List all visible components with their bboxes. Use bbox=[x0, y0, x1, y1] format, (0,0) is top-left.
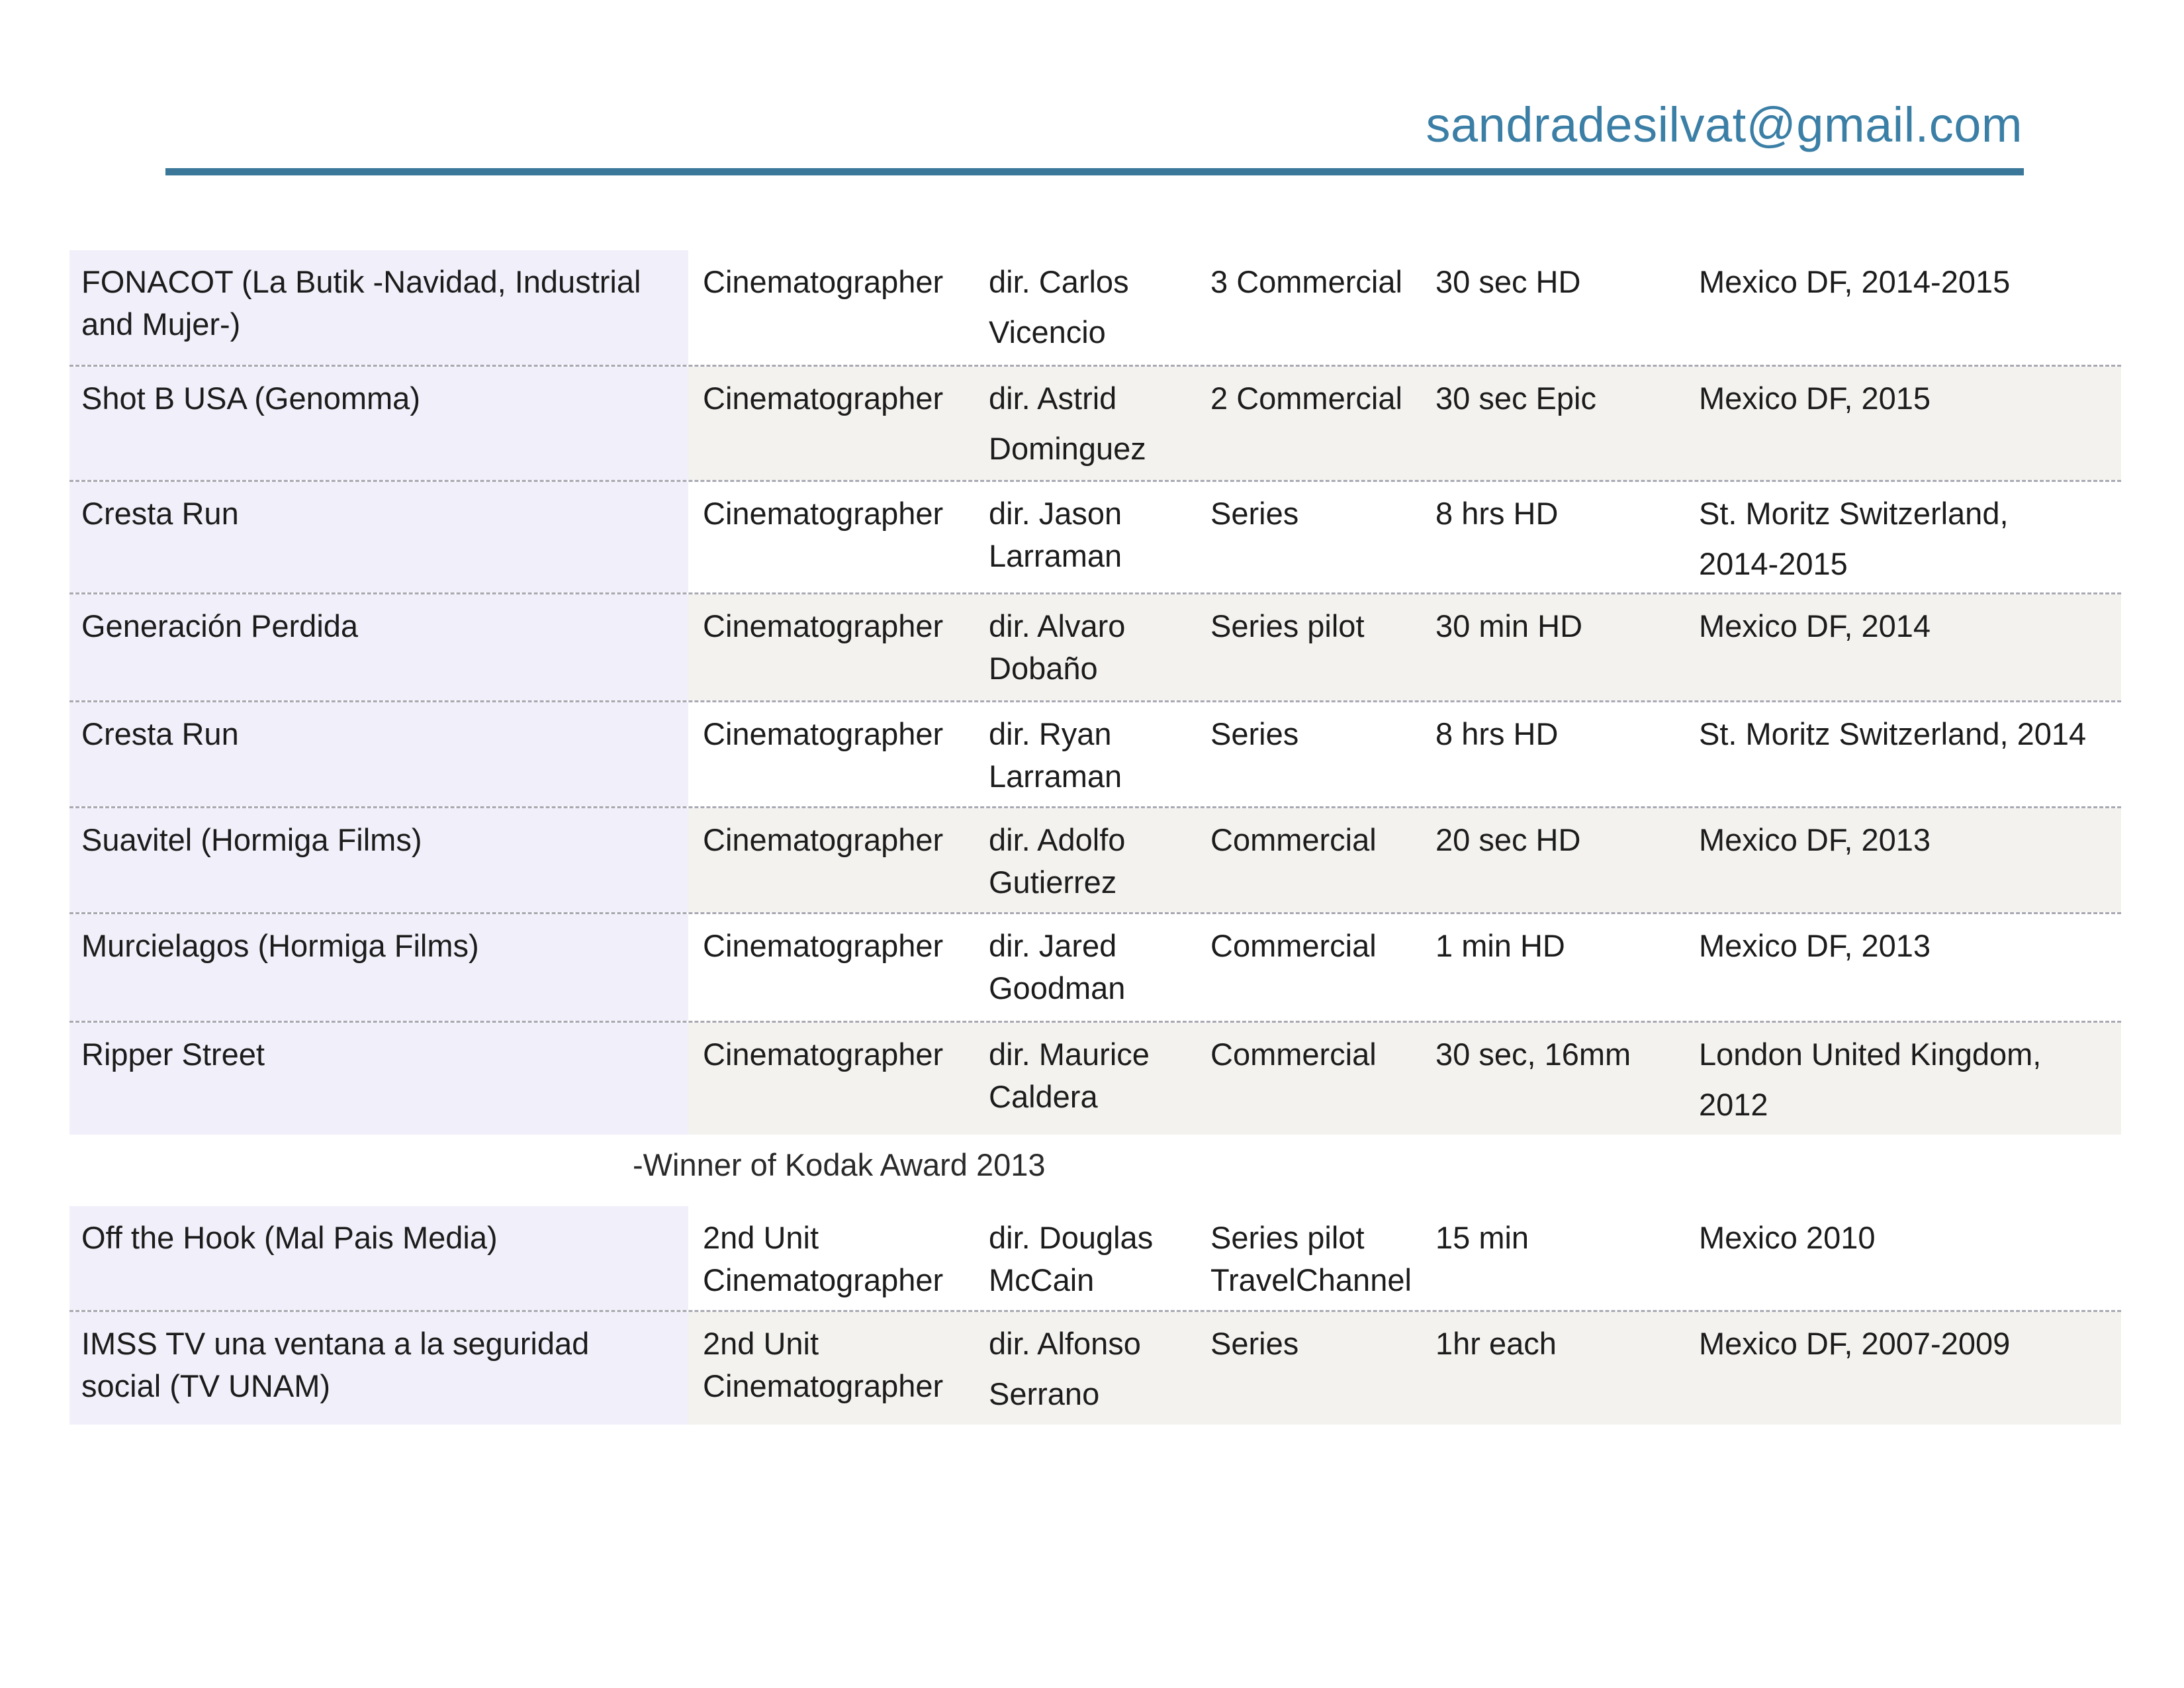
credit-director: dir. Carlos Vicencio bbox=[989, 264, 1129, 350]
credit-location: Mexico DF, 2013 bbox=[1699, 928, 1931, 963]
credit-type: 2 Commercial bbox=[1208, 367, 1433, 480]
credit-director: dir. Alfonso Serrano bbox=[986, 1312, 1208, 1425]
credit-type: Series bbox=[1208, 1312, 1433, 1425]
credit-role: Cinematographer bbox=[703, 264, 944, 299]
credit-title: Cresta Run bbox=[69, 702, 688, 806]
credit-role: Cinematographer bbox=[688, 367, 986, 480]
credit-duration: 1hr each bbox=[1433, 1312, 1696, 1425]
credit-role: 2nd Unit Cinematographer bbox=[703, 1220, 944, 1297]
credit-type: 3 Commercial bbox=[1210, 264, 1402, 299]
credit-role: Cinematographer bbox=[703, 716, 944, 751]
credit-duration: 30 min HD bbox=[1433, 594, 1696, 700]
credit-director: dir. Ryan Larraman bbox=[989, 716, 1122, 794]
credit-duration: 8 hrs HD bbox=[1435, 496, 1559, 531]
credit-location: Mexico DF, 2014 bbox=[1696, 594, 2121, 700]
credit-role: Cinematographer bbox=[703, 928, 944, 963]
credit-director: dir. Douglas McCain bbox=[989, 1220, 1154, 1297]
credit-row: FONACOT (La Butik -Navidad, Industrial a… bbox=[69, 250, 2121, 367]
credit-location: Mexico DF, 2015 bbox=[1696, 367, 2121, 480]
credit-location: London United Kingdom, 2012 bbox=[1696, 1023, 2121, 1135]
credit-row: IMSS TV una ventana a la seguridad socia… bbox=[69, 1312, 2121, 1425]
credit-type: Series pilot TravelChannel bbox=[1210, 1220, 1412, 1297]
credit-location: Mexico 2010 bbox=[1699, 1220, 1876, 1255]
credit-row: Shot B USA (Genomma) Cinematographer dir… bbox=[69, 367, 2121, 482]
credit-title: Suavitel (Hormiga Films) bbox=[69, 808, 688, 912]
credit-location: Mexico DF, 2014-2015 bbox=[1699, 264, 2011, 299]
credit-row: Suavitel (Hormiga Films) Cinematographer… bbox=[69, 808, 2121, 914]
credit-duration: 30 sec, 16mm bbox=[1433, 1023, 1696, 1135]
credit-director: dir. Jason Larraman bbox=[989, 496, 1122, 573]
credit-row: Off the Hook (Mal Pais Media) 2nd Unit C… bbox=[69, 1206, 2121, 1312]
credit-location: St. Moritz Switzerland, 2014-2015 bbox=[1699, 496, 2009, 581]
credit-title: IMSS TV una ventana a la seguridad socia… bbox=[69, 1312, 688, 1425]
credit-role: 2nd Unit Cinematographer bbox=[688, 1312, 986, 1425]
credit-title: FONACOT (La Butik -Navidad, Industrial a… bbox=[69, 250, 688, 365]
credit-duration: 1 min HD bbox=[1435, 928, 1565, 963]
credit-title: Murcielagos (Hormiga Films) bbox=[69, 914, 688, 1021]
credit-type: Series bbox=[1210, 496, 1299, 531]
header-divider bbox=[165, 168, 2024, 175]
credit-duration: 8 hrs HD bbox=[1435, 716, 1559, 751]
credit-row: Cresta Run Cinematographer dir. Jason La… bbox=[69, 482, 2121, 594]
credit-location: St. Moritz Switzerland, 2014 bbox=[1699, 716, 2087, 751]
credit-location: Mexico DF, 2007-2009 bbox=[1696, 1312, 2121, 1425]
credit-type: Commercial bbox=[1210, 928, 1377, 963]
credits-table: FONACOT (La Butik -Navidad, Industrial a… bbox=[69, 250, 2121, 1425]
credit-title: Generación Perdida bbox=[69, 594, 688, 700]
credit-role: Cinematographer bbox=[688, 808, 986, 912]
credit-role: Cinematographer bbox=[703, 496, 944, 531]
credit-title: Off the Hook (Mal Pais Media) bbox=[69, 1206, 688, 1310]
credit-title: Cresta Run bbox=[69, 482, 688, 592]
credit-type: Commercial bbox=[1208, 1023, 1433, 1135]
credit-location: Mexico DF, 2013 bbox=[1696, 808, 2121, 912]
credit-director: dir. Jared Goodman bbox=[989, 928, 1126, 1006]
credit-director: dir. Astrid Dominguez bbox=[986, 367, 1208, 480]
credit-type: Commercial bbox=[1208, 808, 1433, 912]
credit-title: Shot B USA (Genomma) bbox=[69, 367, 688, 480]
credit-role: Cinematographer bbox=[688, 594, 986, 700]
contact-email[interactable]: sandradesilvat@gmail.com bbox=[1426, 101, 2023, 150]
credit-director: dir. Adolfo Gutierrez bbox=[986, 808, 1208, 912]
credit-duration: 30 sec HD bbox=[1435, 264, 1581, 299]
credit-duration: 15 min bbox=[1435, 1220, 1529, 1255]
credit-row: Cresta Run Cinematographer dir. Ryan Lar… bbox=[69, 702, 2121, 808]
award-note: -Winner of Kodak Award 2013 bbox=[633, 1147, 1046, 1182]
credit-duration: 30 sec Epic bbox=[1433, 367, 1696, 480]
credit-row: Murcielagos (Hormiga Films) Cinematograp… bbox=[69, 914, 2121, 1023]
credit-row: Generación Perdida Cinematographer dir. … bbox=[69, 594, 2121, 702]
credit-duration: 20 sec HD bbox=[1433, 808, 1696, 912]
credit-director: dir. Maurice Caldera bbox=[986, 1023, 1208, 1135]
credit-director: dir. Alvaro Dobaño bbox=[986, 594, 1208, 700]
credit-type: Series bbox=[1210, 716, 1299, 751]
credit-type: Series pilot bbox=[1208, 594, 1433, 700]
credit-row: Ripper Street Cinematographer dir. Mauri… bbox=[69, 1023, 2121, 1135]
credit-title: Ripper Street bbox=[69, 1023, 688, 1135]
credit-role: Cinematographer bbox=[688, 1023, 986, 1135]
